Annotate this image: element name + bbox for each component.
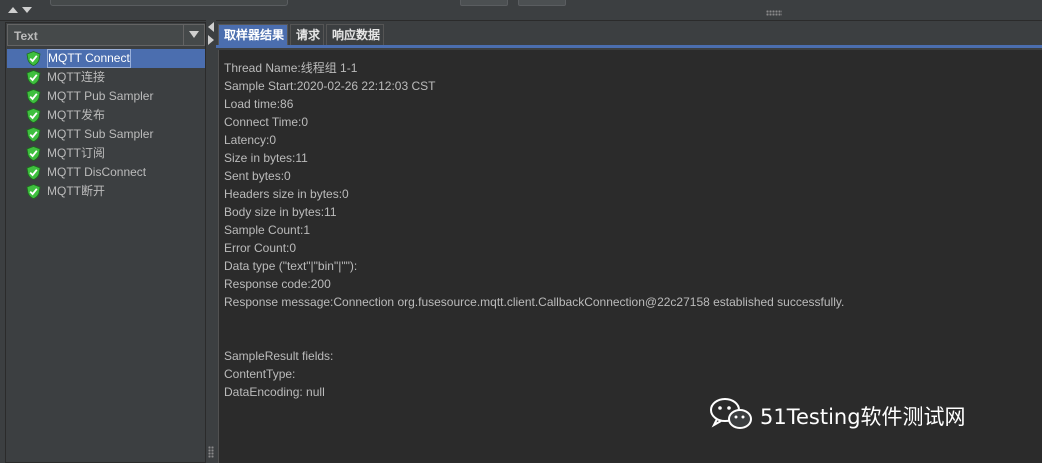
success-shield-icon [26,165,41,180]
tree-item-label: MQTT订阅 [47,146,105,160]
top-button[interactable] [460,0,508,6]
results-tree-panel: Text MQTT Connect MQTT连接 MQTT Pub Sampler M… [5,22,206,463]
tree-item-label: MQTT Connect [47,49,131,68]
result-line: Response code:200 [224,277,331,291]
result-line: Size in bytes:11 [224,151,308,165]
tab-underline [216,45,1042,48]
tree-item-label: MQTT DisConnect [47,165,147,179]
tree-item[interactable]: MQTT订阅 [7,144,205,163]
result-line: SampleResult fields: [224,349,334,363]
tab-response-data[interactable]: 响应数据 [326,24,384,45]
success-shield-icon [26,146,41,161]
tab-sampler-result[interactable]: 取样器结果 [218,24,288,45]
tree-item[interactable]: MQTT连接 [7,68,205,87]
collapse-left-icon[interactable] [207,22,215,32]
result-line: Response message:Connection org.fusesour… [224,295,845,309]
tree-item-label: MQTT断开 [47,184,105,198]
result-line: ContentType: [224,367,296,381]
tree-item[interactable]: MQTT DisConnect [7,163,205,182]
tree-item-label: MQTT Pub Sampler [47,89,154,103]
success-shield-icon [26,108,41,123]
result-line: Load time:86 [224,97,294,111]
success-shield-icon [26,127,41,142]
result-line: Body size in bytes:11 [224,205,337,219]
result-line [224,311,844,329]
top-input-field[interactable] [50,0,288,6]
result-line: Thread Name:线程组 1-1 [224,61,358,75]
renderer-selected-value: Text [14,29,38,43]
tree-item[interactable]: MQTT断开 [7,182,205,201]
success-shield-icon [26,51,41,66]
result-line: Latency:0 [224,133,277,147]
success-shield-icon [26,89,41,104]
expand-right-icon[interactable] [207,35,215,45]
watermark-text: 51Testing软件测试网 [760,405,966,429]
wechat-icon [710,398,752,429]
tree-item-label: MQTT Sub Sampler [47,127,154,141]
success-shield-icon [26,184,41,199]
result-line [224,329,844,347]
collapse-expand-icon[interactable] [6,3,34,17]
tree-item[interactable]: MQTT Connect [7,49,205,68]
dropdown-arrow-button[interactable] [183,25,204,45]
success-shield-icon [26,70,41,85]
drag-grip-icon[interactable] [766,10,782,16]
tree-item[interactable]: MQTT发布 [7,106,205,125]
result-line: Headers size in bytes:0 [224,187,349,201]
chevron-down-icon [189,31,199,38]
result-line: Error Count:0 [224,241,297,255]
result-line: Sample Count:1 [224,223,311,237]
panel-splitter[interactable] [206,20,216,463]
result-line: Connect Time:0 [224,115,309,129]
splitter-grip-icon[interactable] [208,446,214,458]
top-toolbar [0,0,1042,21]
tree-item[interactable]: MQTT Sub Sampler [7,125,205,144]
renderer-dropdown[interactable]: Text [7,24,205,46]
tree-item-label: MQTT发布 [47,108,105,122]
tab-request[interactable]: 请求 [290,24,324,45]
result-line: Sent bytes:0 [224,169,291,183]
top-button[interactable] [518,0,566,6]
result-detail-panel: 取样器结果 请求 响应数据 Thread Name:线程组 1-1 Sample … [216,21,1042,463]
tree-item[interactable]: MQTT Pub Sampler [7,87,205,106]
result-line: Data type ("text"|"bin"|""): [224,259,358,273]
sampler-tree: MQTT Connect MQTT连接 MQTT Pub Sampler MQTT发布… [7,49,205,201]
tree-item-label: MQTT连接 [47,70,105,84]
result-line: Sample Start:2020-02-26 22:12:03 CST [224,79,436,93]
result-text: Thread Name:线程组 1-1 Sample Start:2020-02-… [224,59,844,401]
